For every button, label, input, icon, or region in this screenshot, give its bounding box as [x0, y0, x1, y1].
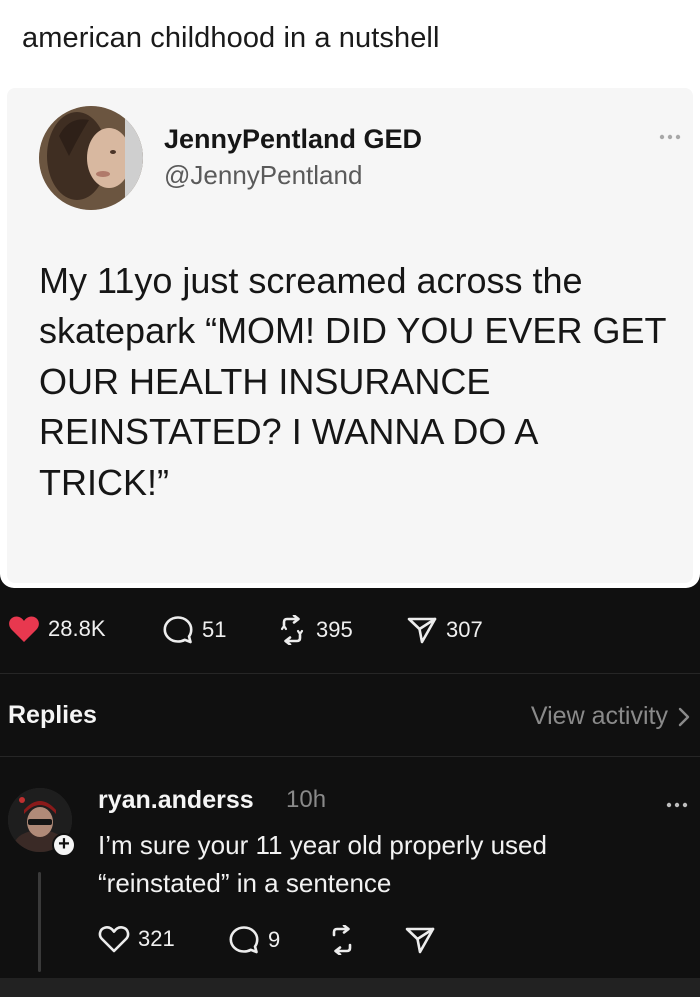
heart-outline-icon: [98, 926, 130, 953]
reply-more-icon[interactable]: [666, 792, 688, 813]
repost-icon: [280, 615, 304, 645]
reply-username[interactable]: ryan.anderss: [98, 786, 254, 815]
repost-icon: [332, 925, 352, 955]
like-button[interactable]: 28.8K: [8, 615, 106, 643]
share-button[interactable]: 307: [406, 615, 483, 645]
view-activity-link[interactable]: View activity: [531, 702, 690, 731]
replies-heading: Replies: [8, 701, 97, 729]
reply-repost-button[interactable]: [326, 925, 358, 955]
section-divider: [0, 673, 700, 674]
comment-bubble-icon: [229, 926, 259, 954]
replies-divider: [0, 756, 700, 757]
comment-button[interactable]: 51: [162, 615, 226, 645]
tweet-display-name[interactable]: JennyPentland GED: [164, 124, 422, 155]
like-count: 28.8K: [48, 616, 106, 641]
reply-comment-button[interactable]: 9: [228, 925, 280, 955]
avatar-photo-icon: [39, 106, 143, 210]
post-caption: american childhood in a nutshell: [22, 22, 440, 54]
reply-comment-count: 9: [268, 927, 281, 952]
comment-count: 51: [202, 617, 227, 642]
chevron-right-icon: [678, 707, 690, 726]
send-icon: [405, 927, 435, 954]
tweet-more-icon: [659, 124, 681, 145]
repost-count: 395: [316, 617, 353, 642]
view-activity-label: View activity: [530, 702, 668, 730]
tweet-avatar: [39, 106, 143, 210]
thread-line: [38, 872, 41, 972]
send-icon: [407, 617, 437, 644]
post-image-card: american childhood in a nutshell JennyPe…: [0, 0, 700, 588]
reply-share-button[interactable]: [404, 925, 436, 955]
next-item-edge: [0, 978, 700, 997]
tweet-handle[interactable]: @JennyPentland: [164, 160, 362, 191]
share-count: 307: [446, 617, 483, 642]
comment-bubble-icon: [163, 616, 193, 644]
embedded-tweet: JennyPentland GED @JennyPentland My 11yo…: [7, 88, 693, 583]
tweet-text: My 11yo just screamed across the skatepa…: [39, 260, 666, 503]
reply-like-button[interactable]: 321: [98, 925, 175, 953]
reply-text: I’m sure your 11 year old properly used …: [98, 830, 547, 899]
heart-filled-icon: [9, 616, 39, 642]
reply-like-count: 321: [138, 926, 175, 951]
repost-button[interactable]: 395: [276, 615, 353, 645]
follow-plus-icon[interactable]: +: [52, 833, 76, 857]
reply-timestamp: 10h: [286, 786, 327, 813]
